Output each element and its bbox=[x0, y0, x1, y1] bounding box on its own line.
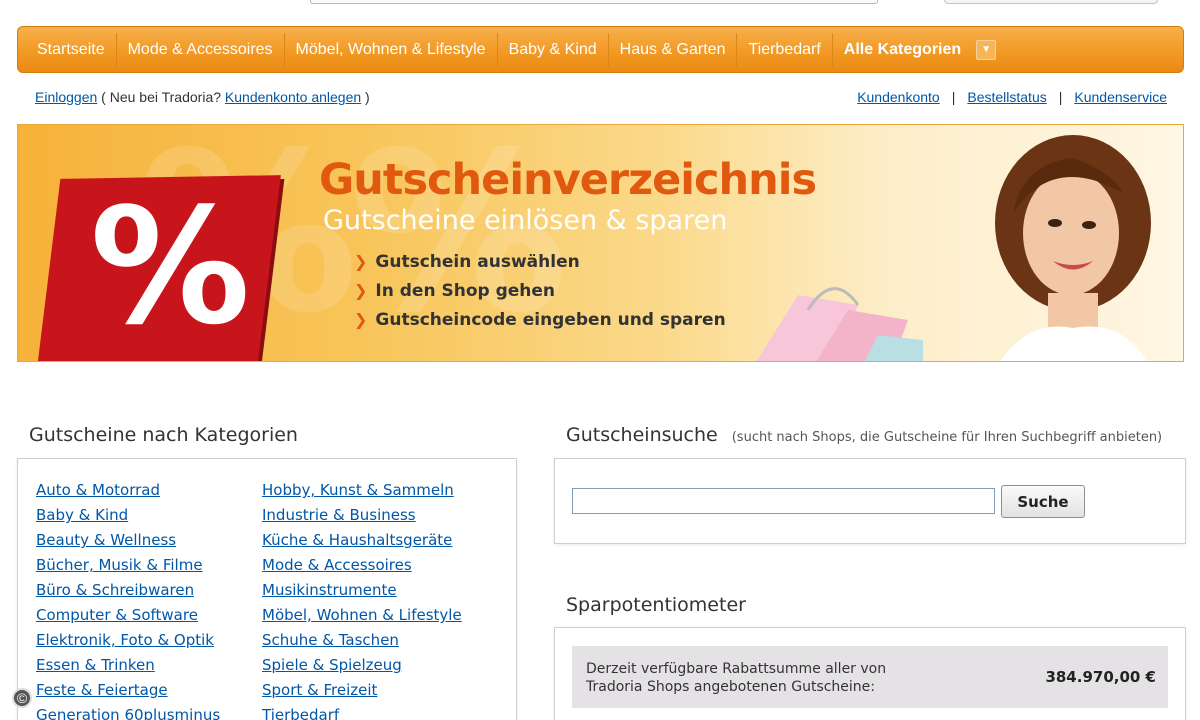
nav-item-baby[interactable]: Baby & Kind bbox=[498, 26, 608, 73]
arrow-icon: ❯ bbox=[354, 252, 368, 271]
nav-item-haus[interactable]: Haus & Garten bbox=[609, 26, 737, 73]
category-link[interactable]: Elektronik, Foto & Optik bbox=[36, 631, 220, 656]
arrow-icon: ❯ bbox=[354, 281, 368, 300]
link-separator: | bbox=[1058, 89, 1063, 105]
spar-panel: Derzeit verfügbare Rabattsumme aller von… bbox=[554, 627, 1186, 720]
search-title: Gutscheinsuche bbox=[566, 424, 718, 446]
main-nav: Startseite Mode & Accessoires Möbel, Woh… bbox=[17, 26, 1184, 73]
category-link[interactable]: Möbel, Wohnen & Lifestyle bbox=[262, 606, 462, 631]
top-button-remnant[interactable] bbox=[944, 0, 1158, 4]
new-customer-text: ( Neu bei Tradoria? bbox=[101, 89, 222, 105]
category-link[interactable]: Schuhe & Taschen bbox=[262, 631, 462, 656]
banner-step: ❯ Gutscheincode eingeben und sparen bbox=[354, 309, 726, 330]
coupon-search-input[interactable] bbox=[572, 488, 995, 514]
create-account-link[interactable]: Kundenkonto anlegen bbox=[225, 89, 361, 105]
category-link[interactable]: Feste & Feiertage bbox=[36, 681, 220, 706]
shopping-bags-image bbox=[756, 287, 923, 361]
spar-description: Derzeit verfügbare Rabattsumme aller von… bbox=[586, 661, 887, 695]
category-link[interactable]: Sport & Freizeit bbox=[262, 681, 462, 706]
category-link[interactable]: Industrie & Business bbox=[262, 506, 462, 531]
nav-item-startseite[interactable]: Startseite bbox=[26, 26, 116, 73]
search-header: Gutscheinsuche (sucht nach Shops, die Gu… bbox=[566, 424, 1162, 446]
bestellstatus-link[interactable]: Bestellstatus bbox=[967, 89, 1046, 105]
woman-photo bbox=[995, 135, 1151, 361]
arrow-icon: ❯ bbox=[354, 310, 368, 329]
spar-value: 384.970,00 € bbox=[1045, 668, 1156, 686]
category-link[interactable]: Küche & Haushaltsgeräte bbox=[262, 531, 462, 556]
close-paren: ) bbox=[365, 89, 370, 105]
banner-title: Gutscheinverzeichnis bbox=[319, 155, 817, 205]
category-link[interactable]: Musikinstrumente bbox=[262, 581, 462, 606]
login-link[interactable]: Einloggen bbox=[35, 89, 97, 105]
category-link[interactable]: Bücher, Musik & Filme bbox=[36, 556, 220, 581]
banner-steps: ❯ Gutschein auswählen ❯ In den Shop gehen … bbox=[354, 247, 726, 334]
spar-title: Sparpotentiometer bbox=[566, 594, 746, 616]
categories-title: Gutscheine nach Kategorien bbox=[29, 424, 298, 446]
category-link[interactable]: Beauty & Wellness bbox=[36, 531, 220, 556]
categories-column-1: Auto & Motorrad Baby & Kind Beauty & Wel… bbox=[36, 481, 220, 720]
category-link[interactable]: Tierbedarf bbox=[262, 706, 462, 720]
link-separator: | bbox=[951, 89, 956, 105]
category-link[interactable]: Essen & Trinken bbox=[36, 656, 220, 681]
top-search-field-remnant[interactable] bbox=[310, 0, 878, 4]
categories-column-2: Hobby, Kunst & Sammeln Industrie & Busin… bbox=[262, 481, 462, 720]
category-link[interactable]: Generation 60plusminus bbox=[36, 706, 220, 720]
banner-step: ❯ Gutschein auswählen bbox=[354, 251, 580, 272]
category-link[interactable]: Baby & Kind bbox=[36, 506, 220, 531]
category-link[interactable]: Hobby, Kunst & Sammeln bbox=[262, 481, 462, 506]
kundenkonto-link[interactable]: Kundenkonto bbox=[857, 89, 940, 105]
account-links: Einloggen ( Neu bei Tradoria? Kundenkont… bbox=[35, 89, 370, 105]
percent-icon: % bbox=[90, 173, 251, 360]
coupon-banner[interactable]: %% % Gutscheinverzeichnis Gutscheine ein… bbox=[17, 124, 1184, 362]
category-link[interactable]: Computer & Software bbox=[36, 606, 220, 631]
spar-summary: Derzeit verfügbare Rabattsumme aller von… bbox=[572, 646, 1168, 708]
kundenservice-link[interactable]: Kundenservice bbox=[1074, 89, 1167, 105]
search-panel: Suche bbox=[554, 458, 1186, 544]
chevron-down-icon[interactable]: ▼ bbox=[976, 39, 997, 60]
copyright-icon: © bbox=[12, 688, 32, 708]
nav-item-alle-kategorien[interactable]: Alle Kategorien bbox=[833, 26, 972, 73]
banner-subtitle: Gutscheine einlösen & sparen bbox=[323, 205, 728, 236]
search-button[interactable]: Suche bbox=[1001, 485, 1085, 518]
category-link[interactable]: Spiele & Spielzeug bbox=[262, 656, 462, 681]
nav-item-tierbedarf[interactable]: Tierbedarf bbox=[737, 26, 831, 73]
nav-item-mode[interactable]: Mode & Accessoires bbox=[117, 26, 284, 73]
categories-panel: Auto & Motorrad Baby & Kind Beauty & Wel… bbox=[17, 458, 517, 720]
category-link[interactable]: Büro & Schreibwaren bbox=[36, 581, 220, 606]
search-hint: (sucht nach Shops, die Gutscheine für Ih… bbox=[731, 430, 1163, 445]
banner-step: ❯ In den Shop gehen bbox=[354, 280, 556, 301]
category-link[interactable]: Auto & Motorrad bbox=[36, 481, 220, 506]
category-link[interactable]: Mode & Accessoires bbox=[262, 556, 462, 581]
nav-item-moebel[interactable]: Möbel, Wohnen & Lifestyle bbox=[285, 26, 497, 73]
customer-links: Kundenkonto | Bestellstatus | Kundenserv… bbox=[857, 89, 1167, 105]
